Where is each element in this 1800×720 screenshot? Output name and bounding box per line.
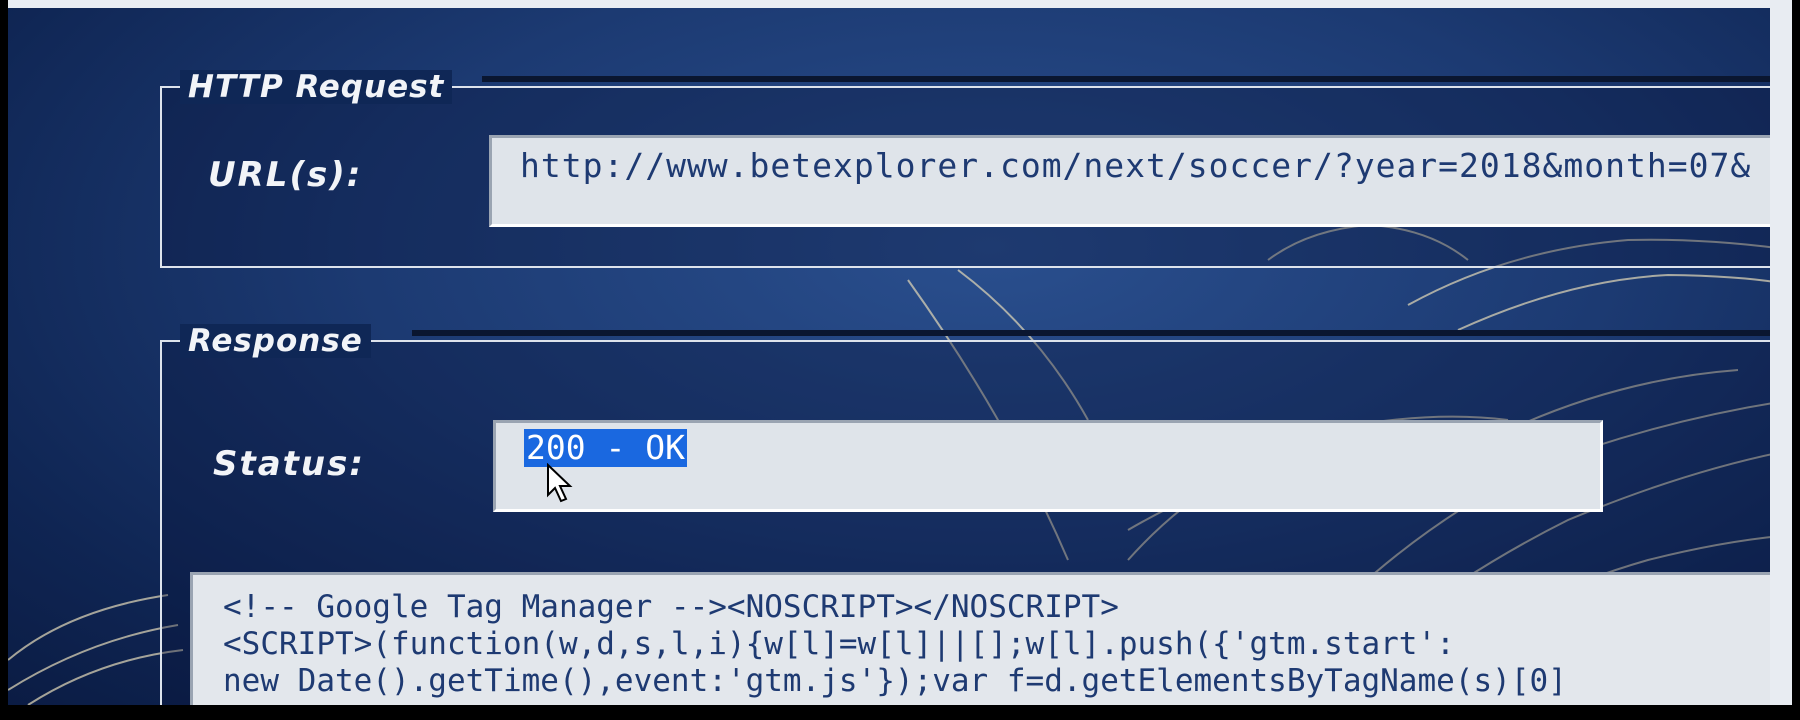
top-strip — [8, 0, 1792, 8]
group-shadow-line — [412, 330, 1792, 336]
mouse-pointer-icon — [547, 463, 573, 503]
url-input[interactable]: http://www.betexplorer.com/next/soccer/?… — [489, 135, 1792, 227]
url-label: URL(s): — [208, 155, 363, 195]
bottom-border — [0, 705, 1800, 720]
left-border — [0, 0, 8, 720]
group-shadow-line — [482, 76, 1792, 82]
right-edge-strip — [1770, 0, 1792, 705]
status-label: Status: — [213, 444, 365, 484]
url-value: http://www.betexplorer.com/next/soccer/?… — [520, 146, 1752, 185]
response-line: <!-- Google Tag Manager --><NOSCRIPT></N… — [223, 589, 1119, 625]
desktop-background: HTTP Request URL(s): http://www.betexplo… — [8, 0, 1792, 705]
http-request-legend: HTTP Request — [180, 70, 453, 104]
response-line: <SCRIPT>(function(w,d,s,l,i){w[l]=w[l]||… — [223, 626, 1455, 662]
response-legend: Response — [180, 324, 371, 358]
response-line: new Date().getTime(),event:'gtm.js'});va… — [223, 663, 1567, 699]
response-body-textarea[interactable]: <!-- Google Tag Manager --><NOSCRIPT></N… — [190, 572, 1792, 705]
status-field[interactable]: 200 - OK — [493, 420, 1603, 512]
status-value: 200 - OK — [524, 428, 687, 467]
